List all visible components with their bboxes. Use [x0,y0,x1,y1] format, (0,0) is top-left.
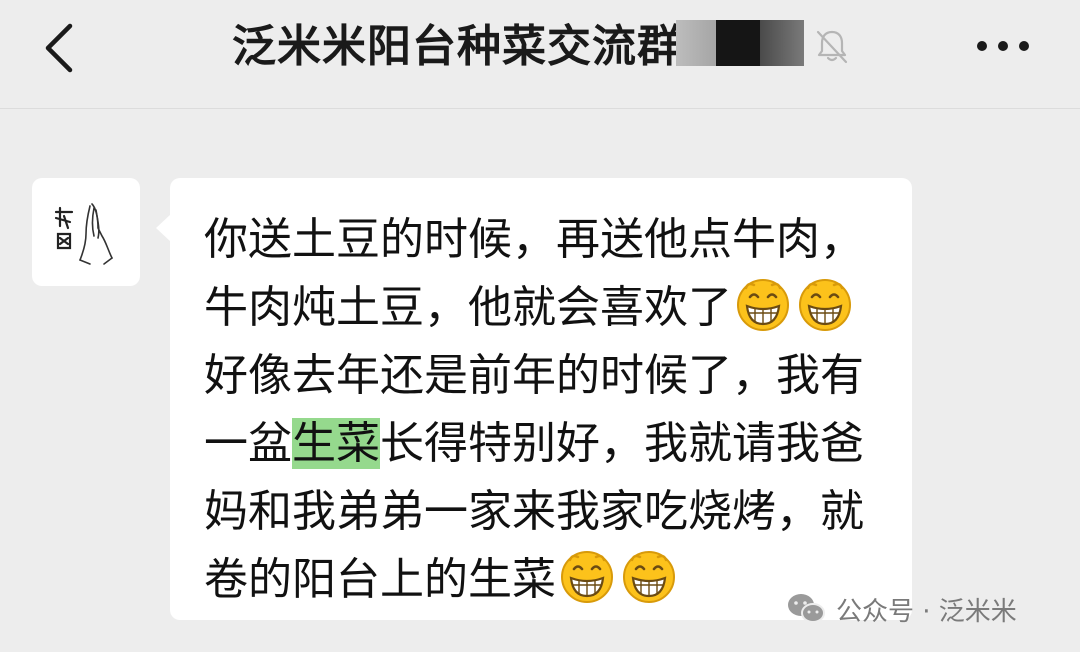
bell-muted-icon [816,30,848,64]
wechat-official-account-icon [788,594,825,623]
redaction-block [676,20,716,66]
grinning-face-emoji [561,551,613,603]
search-highlight: 生菜 [292,418,380,469]
more-dots-icon [977,41,1029,51]
message-line: 你送土豆的时候，再送他点牛肉， [204,214,864,265]
message-text: 你送土豆的时候，再送他点牛肉， 牛肉炖土豆，他就会喜欢了 好像去年还是前年的时候… [204,206,894,614]
chevron-left-icon [45,23,73,73]
message-bubble[interactable]: 你送土豆的时候，再送他点牛肉， 牛肉炖土豆，他就会喜欢了 好像去年还是前年的时候… [156,178,912,620]
sender-avatar[interactable] [32,178,140,286]
watermark-text: 公众号 · 泛米米 [836,596,1017,627]
official-account-watermark: 公众号 · 泛米米 [786,590,1017,628]
message-line: 牛肉炖土豆，他就会喜欢了 [204,282,732,333]
grinning-face-emoji [623,551,675,603]
redaction-block [716,20,760,66]
grinning-face-emoji [799,279,851,331]
back-button[interactable] [36,20,84,76]
grinning-face-emoji [737,279,789,331]
chat-header: 泛米米阳台种菜交流群 [0,0,1080,109]
chat-title: 泛米米阳台种菜交流群 [232,21,682,72]
praying-hands-avatar [54,203,113,265]
more-options-button[interactable] [970,34,1036,58]
message-line: 卷的阳台上的生菜 [204,554,556,605]
message-line: 妈和我弟弟一家来我家吃烧烤，就 [204,486,864,537]
message-line: 一盆 [204,418,292,469]
redaction-block [760,20,804,66]
message-line: 好像去年还是前年的时候了，我有 [204,350,864,401]
message-line: 长得特别好，我就请我爸 [380,418,864,469]
chat-screen: 泛米米阳台种菜交流群 你送土豆的时候，再送他点牛肉， 牛肉炖土豆，他就会喜欢了 … [0,0,1080,652]
